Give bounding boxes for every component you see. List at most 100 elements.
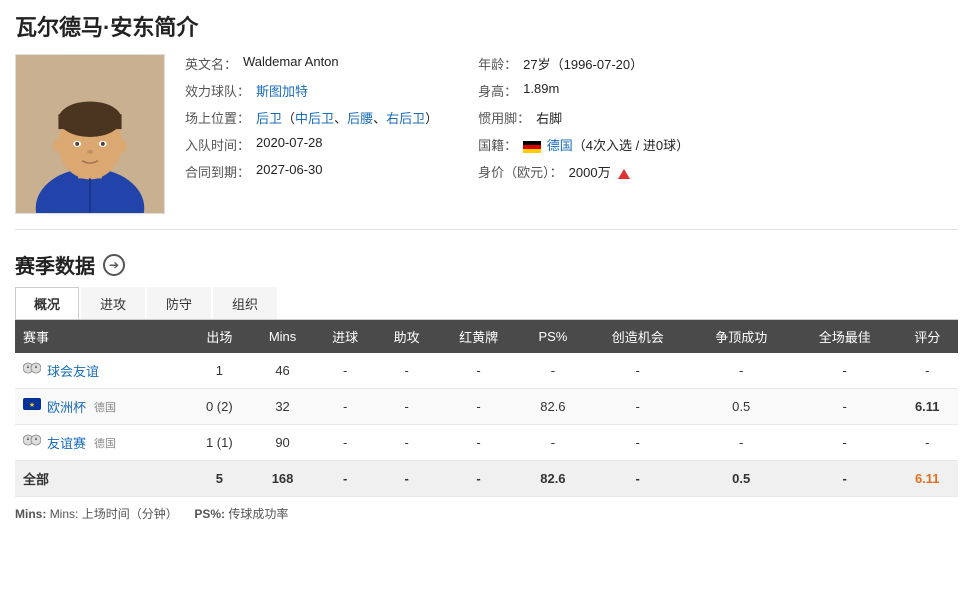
td-competition: 全部: [15, 461, 188, 497]
td-chances: -: [586, 461, 690, 497]
bio-row-join-date: 入队时间： 2020-07-28: [185, 135, 438, 154]
bio-row-foot: 惯用脚： 右脚: [478, 108, 689, 127]
td-cards: -: [437, 353, 519, 389]
competition-icon: ★: [23, 398, 41, 416]
td-mins: 168: [251, 461, 315, 497]
contract-label: 合同到期：: [185, 162, 250, 181]
td-cards: -: [437, 461, 519, 497]
height-label: 身高：: [478, 81, 517, 100]
td-assists: -: [376, 425, 437, 461]
td-goals: -: [314, 353, 375, 389]
td-ps: -: [520, 353, 586, 389]
competition-icon: [23, 434, 41, 452]
competition-link[interactable]: 欧洲杯: [47, 397, 86, 416]
td-appearances: 5: [188, 461, 251, 497]
td-motm: -: [793, 461, 897, 497]
position-value: 后卫（中后卫、后腰、右后卫）: [256, 108, 438, 127]
bio-row-age: 年龄： 27岁（1996-07-20）: [478, 54, 689, 73]
age-label: 年龄：: [478, 54, 517, 73]
col-assists: 助攻: [376, 320, 437, 353]
bio-row-nation: 国籍： 德国（4次入选 / 进0球）: [478, 135, 689, 154]
nation-label: 国籍：: [478, 135, 517, 154]
team-link[interactable]: 斯图加特: [256, 84, 308, 99]
col-motm: 全场最佳: [793, 320, 897, 353]
td-aerials: 0.5: [689, 389, 793, 425]
footnote-mins-value: Mins: 上场时间（分钟）: [50, 507, 178, 521]
col-cards: 红黄牌: [437, 320, 519, 353]
table-header-row: 赛事 出场 Mins 进球 助攻 红黄牌 PS% 创造机会 争顶成功 全场最佳 …: [15, 320, 958, 353]
bio-col-left: 英文名： Waldemar Anton 效力球队： 斯图加特 场上位置： 后卫（…: [185, 54, 438, 214]
footnote-mins-label: Mins:: [15, 507, 46, 521]
td-ps: 82.6: [520, 461, 586, 497]
table-row: 球会友谊 1 46 - - - - - - - -: [15, 353, 958, 389]
td-ps: 82.6: [520, 389, 586, 425]
td-motm: -: [793, 389, 897, 425]
stats-header: 赛季数据 ➔: [15, 250, 958, 279]
td-assists: -: [376, 389, 437, 425]
value-up-arrow: [618, 169, 630, 179]
td-cards: -: [437, 389, 519, 425]
position-link-lb[interactable]: 后腰: [347, 111, 373, 126]
col-competition: 赛事: [15, 320, 188, 353]
bio-row-contract: 合同到期： 2027-06-30: [185, 162, 438, 181]
bio-row-value: 身价（欧元）： 2000万: [478, 162, 689, 181]
bio-row-position: 场上位置： 后卫（中后卫、后腰、右后卫）: [185, 108, 438, 127]
join-date-label: 入队时间：: [185, 135, 250, 154]
tab-defense[interactable]: 防守: [147, 287, 211, 319]
tab-organization[interactable]: 组织: [213, 287, 277, 319]
value-amount: 2000万: [569, 162, 631, 181]
foot-value: 右脚: [536, 108, 562, 127]
bio-row-team: 效力球队： 斯图加特: [185, 81, 438, 100]
td-assists: -: [376, 461, 437, 497]
td-motm: -: [793, 425, 897, 461]
stats-section: 赛季数据 ➔ 概况 进攻 防守 组织 赛事 出场 Mins 进球 助攻 红黄牌: [15, 250, 958, 522]
english-name-label: 英文名：: [185, 54, 237, 73]
height-value: 1.89m: [523, 81, 559, 96]
position-link-cdm[interactable]: 中后卫: [295, 111, 334, 126]
player-photo: [15, 54, 165, 214]
td-rating: -: [896, 353, 958, 389]
competition-link[interactable]: 球会友谊: [47, 361, 99, 380]
tab-overview[interactable]: 概况: [15, 287, 79, 319]
bio-col-right: 年龄： 27岁（1996-07-20） 身高： 1.89m 惯用脚： 右脚 国籍…: [478, 54, 689, 214]
page-wrapper: 瓦尔德马·安东简介: [0, 0, 973, 532]
table-row: 友谊赛 德国 1 (1) 90 - - - - - - - -: [15, 425, 958, 461]
col-goals: 进球: [314, 320, 375, 353]
td-aerials: -: [689, 425, 793, 461]
td-appearances: 0 (2): [188, 389, 251, 425]
nation-value: 德国（4次入选 / 进0球）: [523, 135, 689, 154]
td-rating: -: [896, 425, 958, 461]
td-competition: 友谊赛 德国: [15, 425, 188, 461]
bio-section: 英文名： Waldemar Anton 效力球队： 斯图加特 场上位置： 后卫（…: [15, 54, 958, 230]
td-rating: 6.11: [896, 461, 958, 497]
table-row: 全部 5 168 - - - 82.6 - 0.5 - 6.11: [15, 461, 958, 497]
td-aerials: 0.5: [689, 461, 793, 497]
stats-table: 赛事 出场 Mins 进球 助攻 红黄牌 PS% 创造机会 争顶成功 全场最佳 …: [15, 320, 958, 497]
td-appearances: 1 (1): [188, 425, 251, 461]
competition-icon: [23, 362, 41, 380]
team-value: 斯图加特: [256, 81, 308, 100]
stats-arrow-button[interactable]: ➔: [103, 254, 125, 276]
td-mins: 90: [251, 425, 315, 461]
position-link-cb[interactable]: 后卫: [256, 111, 282, 126]
tab-attack[interactable]: 进攻: [81, 287, 145, 319]
td-mins: 46: [251, 353, 315, 389]
stats-title: 赛季数据: [15, 250, 95, 279]
competition-link[interactable]: 友谊赛: [47, 433, 86, 452]
col-appearances: 出场: [188, 320, 251, 353]
competition-badge: 德国: [94, 435, 116, 451]
table-row: ★ 欧洲杯 德国 0 (2) 32 - - - 82.6 - 0.5 - 6.1…: [15, 389, 958, 425]
td-chances: -: [586, 353, 690, 389]
col-ps: PS%: [520, 320, 586, 353]
td-chances: -: [586, 389, 690, 425]
age-value: 27岁（1996-07-20）: [523, 54, 643, 73]
position-link-rb[interactable]: 右后卫: [386, 111, 425, 126]
td-competition: ★ 欧洲杯 德国: [15, 389, 188, 425]
flag-germany: [523, 141, 541, 153]
td-goals: -: [314, 425, 375, 461]
foot-label: 惯用脚：: [478, 108, 530, 127]
competition-badge: 德国: [94, 399, 116, 415]
nation-link[interactable]: 德国: [547, 138, 573, 153]
footnote-ps-label: PS%:: [194, 507, 225, 521]
bio-info: 英文名： Waldemar Anton 效力球队： 斯图加特 场上位置： 后卫（…: [185, 54, 958, 214]
